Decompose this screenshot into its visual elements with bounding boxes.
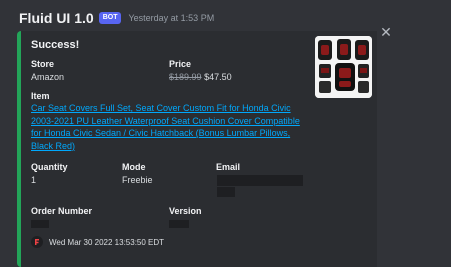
mode-label: Mode — [122, 162, 146, 172]
car-seat-image-icon — [315, 36, 372, 98]
footer-logo-icon — [31, 236, 43, 248]
product-thumbnail[interactable] — [315, 36, 372, 98]
order-number-label: Order Number — [31, 206, 93, 216]
email-redacted-tail — [217, 187, 235, 197]
store-value: Amazon — [31, 72, 65, 82]
embed-title: Success! — [31, 39, 80, 51]
version-redacted-value — [169, 220, 189, 228]
old-price: $189.99 — [169, 72, 202, 82]
quantity-value: 1 — [31, 175, 37, 185]
quantity-label: Quantity — [31, 162, 68, 172]
order-number-redacted-value — [31, 220, 49, 228]
message-timestamp[interactable]: Yesterday at 1:53 PM — [128, 13, 214, 23]
close-icon[interactable]: ✕ — [379, 25, 393, 39]
mode-value: Freebie — [122, 175, 153, 185]
bot-badge: BOT — [98, 12, 122, 24]
price-value: $189.99 $47.50 — [169, 72, 232, 82]
item-link[interactable]: Car Seat Covers Full Set, Seat Cover Cus… — [31, 102, 301, 152]
new-price: $47.50 — [204, 72, 232, 82]
version-label: Version — [169, 206, 202, 216]
email-label: Email — [216, 162, 241, 172]
bot-username[interactable]: Fluid UI 1.0 — [19, 10, 94, 26]
email-redacted-value — [217, 175, 303, 186]
embed-footer: Wed Mar 30 2022 13:53:50 EDT — [31, 236, 164, 248]
store-label: Store — [31, 59, 55, 69]
footer-timestamp: Wed Mar 30 2022 13:53:50 EDT — [49, 237, 165, 247]
embed-card: Success! Store Amazon Price $189.99 $47.… — [17, 31, 377, 267]
item-label: Item — [31, 91, 50, 101]
message-header: Fluid UI 1.0 BOT Yesterday at 1:53 PM — [19, 9, 214, 27]
price-label: Price — [169, 59, 192, 69]
